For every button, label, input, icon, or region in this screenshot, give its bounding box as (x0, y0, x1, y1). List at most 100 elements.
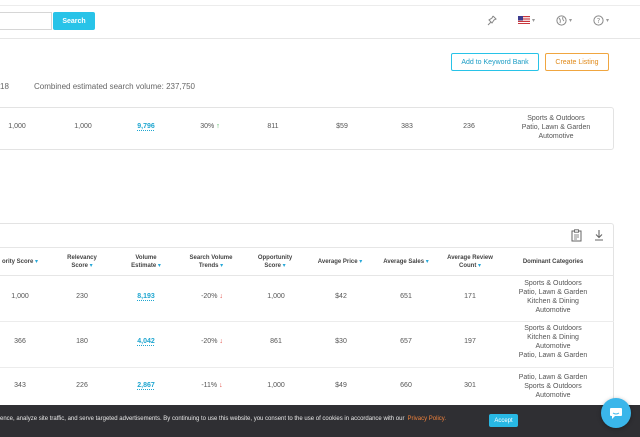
category: Kitchen & Dining (527, 334, 579, 341)
header-label: ority Score (1, 259, 34, 265)
top-bar: Search ▾ ▾ ? ▾ (0, 0, 640, 39)
priority-score: 343 (14, 382, 26, 389)
search-button[interactable]: Search (53, 12, 95, 30)
header-label: Average Review (447, 255, 493, 261)
cookie-text: ence, analyze site traffic, and serve ta… (0, 416, 405, 422)
opportunity-score: 861 (270, 338, 282, 345)
category: Patio, Lawn & Garden (518, 352, 588, 359)
volume-estimate-link[interactable]: 4,042 (137, 338, 155, 345)
average-sales: 657 (400, 338, 412, 345)
relevancy-score: 226 (76, 382, 88, 389)
volume-estimate-link[interactable]: 2,867 (137, 382, 155, 389)
average-sales: 651 (400, 293, 412, 300)
clipboard-icon[interactable] (571, 228, 582, 241)
volume-estimate-link[interactable]: 9,796 (137, 123, 155, 130)
category: Automotive (535, 307, 571, 314)
header-label: Trends (198, 263, 219, 269)
header-volume-estimate[interactable]: Volume Estimate ▾ (126, 254, 166, 270)
header-label: Count (458, 263, 477, 269)
table-divider (0, 247, 614, 248)
average-price: $42 (335, 293, 347, 300)
header-label: Score (264, 263, 281, 269)
globe-icon[interactable]: ▾ (556, 14, 572, 26)
privacy-policy-link[interactable]: Privacy Policy. (407, 416, 446, 422)
download-icon[interactable] (594, 229, 604, 241)
header-search-volume-trends[interactable]: Search Volume Trends ▾ (182, 254, 240, 270)
cookie-consent-bar: ence, analyze site traffic, and serve ta… (0, 405, 640, 437)
header-average-sales[interactable]: Average Sales ▾ (376, 258, 436, 266)
sort-down-icon: ▾ (359, 259, 363, 265)
search-volume-trend: -20% ↓ (194, 293, 230, 300)
trend-value: -20% (201, 293, 218, 300)
category: Sports & Outdoors (527, 115, 585, 122)
category: Sports & Outdoors (524, 383, 582, 390)
relevancy-score: 1,000 (74, 123, 92, 130)
opportunity-score: 811 (267, 123, 279, 130)
dominant-categories: Sports & Outdoors Kitchen & Dining Autom… (508, 324, 598, 360)
priority-score: 366 (14, 338, 26, 345)
chevron-down-icon: ▾ (532, 17, 536, 24)
sort-down-icon: ▾ (220, 263, 224, 269)
create-listing-button[interactable]: Create Listing (545, 53, 609, 71)
chevron-down-icon: ▾ (569, 17, 573, 24)
accept-cookies-button[interactable]: Accept (489, 414, 518, 427)
header-average-review-count[interactable]: Average Review Count ▾ (440, 254, 500, 270)
keyword-count: 18 (0, 82, 9, 91)
category: Patio, Lawn & Garden (521, 124, 591, 131)
priority-score: 1,000 (8, 123, 26, 130)
opportunity-score: 1,000 (267, 382, 285, 389)
header-label: Average Sales (383, 259, 425, 265)
header-label: Opportunity (257, 255, 293, 261)
arrow-down-icon: ↓ (219, 338, 223, 345)
search-volume-trend: 30% ↑ (193, 123, 227, 130)
combined-search-volume: Combined estimated search volume: 237,75… (34, 82, 195, 91)
table-divider (0, 275, 614, 276)
trend-value: -20% (201, 338, 218, 345)
header-label: Search Volume (189, 255, 233, 261)
flag-us-icon[interactable]: ▾ (518, 14, 535, 26)
header-relevancy-score[interactable]: Relevancy Score ▾ (62, 254, 102, 270)
average-review-count: 171 (464, 293, 476, 300)
volume-estimate[interactable]: 8,193 (132, 293, 160, 300)
average-price: $49 (335, 382, 347, 389)
header-label: Volume (135, 255, 157, 261)
trend-value: -11% (201, 382, 218, 389)
category: Sports & Outdoors (524, 280, 582, 287)
svg-text:?: ? (597, 17, 601, 25)
average-price: $30 (335, 338, 347, 345)
search-input[interactable] (0, 12, 52, 30)
dominant-categories: Sports & Outdoors Patio, Lawn & Garden K… (508, 279, 598, 315)
sort-down-icon: ▾ (425, 259, 429, 265)
header-label: Relevancy (67, 255, 97, 261)
header-opportunity-score[interactable]: Opportunity Score ▾ (250, 254, 300, 270)
search-volume-trend: -20% ↓ (194, 338, 230, 345)
priority-score: 1,000 (11, 293, 29, 300)
volume-estimate-link[interactable]: 8,193 (137, 293, 155, 300)
help-icon[interactable]: ? ▾ (593, 14, 609, 26)
chat-button[interactable] (601, 398, 631, 428)
dominant-categories: Patio, Lawn & Garden Sports & Outdoors A… (508, 373, 598, 400)
header-average-price[interactable]: Average Price ▾ (310, 258, 370, 266)
average-sales: 383 (401, 123, 413, 130)
category: Patio, Lawn & Garden (518, 374, 588, 381)
volume-estimate[interactable]: 2,867 (132, 382, 160, 389)
chevron-down-icon: ▾ (606, 17, 610, 24)
category: Kitchen & Dining (527, 298, 579, 305)
header-priority-score[interactable]: ority Score ▾ (0, 258, 40, 266)
category: Automotive (538, 133, 574, 140)
table-divider (0, 321, 614, 322)
cookie-message: ence, analyze site traffic, and serve ta… (0, 416, 446, 422)
volume-estimate[interactable]: 9,796 (131, 123, 161, 130)
trend-value: 30% (200, 123, 215, 130)
average-sales: 660 (400, 382, 412, 389)
header-label: Average Price (317, 259, 358, 265)
arrow-down-icon: ↓ (219, 293, 223, 300)
average-review-count: 301 (464, 382, 476, 389)
header-label: Score (71, 263, 88, 269)
relevancy-score: 230 (76, 293, 88, 300)
search-volume-trend: -11% ↓ (194, 382, 230, 389)
volume-estimate[interactable]: 4,042 (132, 338, 160, 345)
sort-down-icon: ▾ (89, 263, 93, 269)
pin-icon[interactable] (487, 14, 497, 26)
add-to-keyword-bank-button[interactable]: Add to Keyword Bank (451, 53, 539, 71)
